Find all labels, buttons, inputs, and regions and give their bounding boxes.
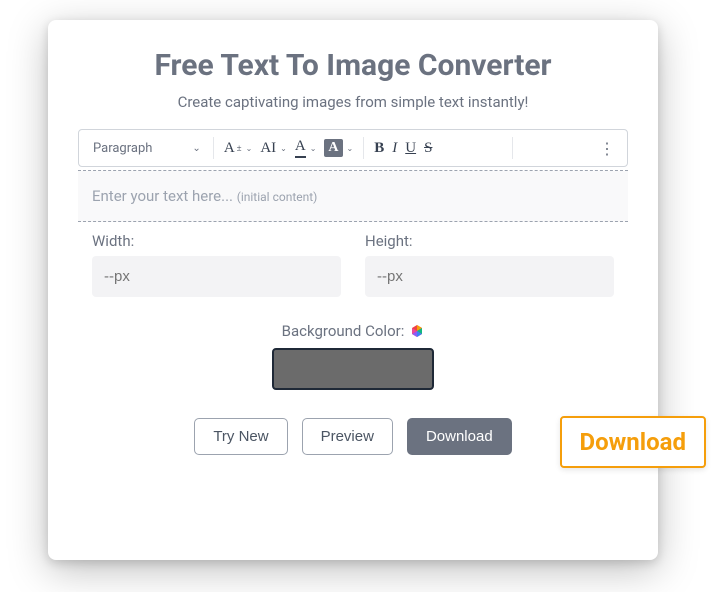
block-style-label: Paragraph <box>93 141 152 156</box>
background-color-swatch[interactable] <box>272 348 434 390</box>
chevron-down-icon: ⌄ <box>192 143 200 154</box>
height-field: Height: <box>365 232 614 297</box>
italic-button[interactable]: I <box>388 137 401 160</box>
background-label: Background Color: <box>282 322 405 340</box>
font-family-button[interactable]: AI⌄ <box>256 137 291 160</box>
highlight-button[interactable]: A⌄ <box>320 136 357 160</box>
page-subtitle: Create captivating images from simple te… <box>78 93 628 111</box>
download-button[interactable]: Download <box>407 418 512 455</box>
strikethrough-button[interactable]: S <box>420 137 436 160</box>
chevron-down-icon: ⌄ <box>310 144 317 153</box>
font-size-button[interactable]: A±⌄ <box>220 137 257 160</box>
dimensions-row: Width: Height: <box>78 222 628 301</box>
height-label: Height: <box>365 232 614 250</box>
chevron-down-icon: ⌄ <box>280 144 287 153</box>
block-style-select[interactable]: Paragraph ⌄ <box>87 141 207 156</box>
width-input[interactable] <box>92 256 341 297</box>
more-options-button[interactable]: ⋮ <box>595 139 619 158</box>
download-callout: Download <box>560 416 706 468</box>
preview-button[interactable]: Preview <box>302 418 393 455</box>
background-section: Background Color: <box>78 301 628 396</box>
separator <box>363 137 364 159</box>
action-row: Try New Preview Download <box>78 396 628 455</box>
color-picker-icon <box>410 324 424 338</box>
editor-initial-note: (initial content) <box>237 190 318 204</box>
width-field: Width: <box>92 232 341 297</box>
page-title: Free Text To Image Converter <box>78 48 628 83</box>
font-color-button[interactable]: A⌄ <box>291 135 321 161</box>
editor-toolbar: Paragraph ⌄ A±⌄ AI⌄ A⌄ A⌄ B I U S ⋮ <box>78 129 628 167</box>
chevron-down-icon: ⌄ <box>347 144 354 153</box>
converter-card: Free Text To Image Converter Create capt… <box>48 20 658 560</box>
separator <box>512 137 513 159</box>
try-new-button[interactable]: Try New <box>194 418 287 455</box>
text-editor[interactable]: Enter your text here... (initial content… <box>78 171 628 222</box>
background-label-row: Background Color: <box>282 322 425 340</box>
editor-placeholder: Enter your text here... <box>92 187 233 205</box>
bold-button[interactable]: B <box>370 137 388 160</box>
chevron-down-icon: ⌄ <box>246 144 253 153</box>
underline-button[interactable]: U <box>401 137 420 160</box>
height-input[interactable] <box>365 256 614 297</box>
separator <box>213 137 214 159</box>
width-label: Width: <box>92 232 341 250</box>
